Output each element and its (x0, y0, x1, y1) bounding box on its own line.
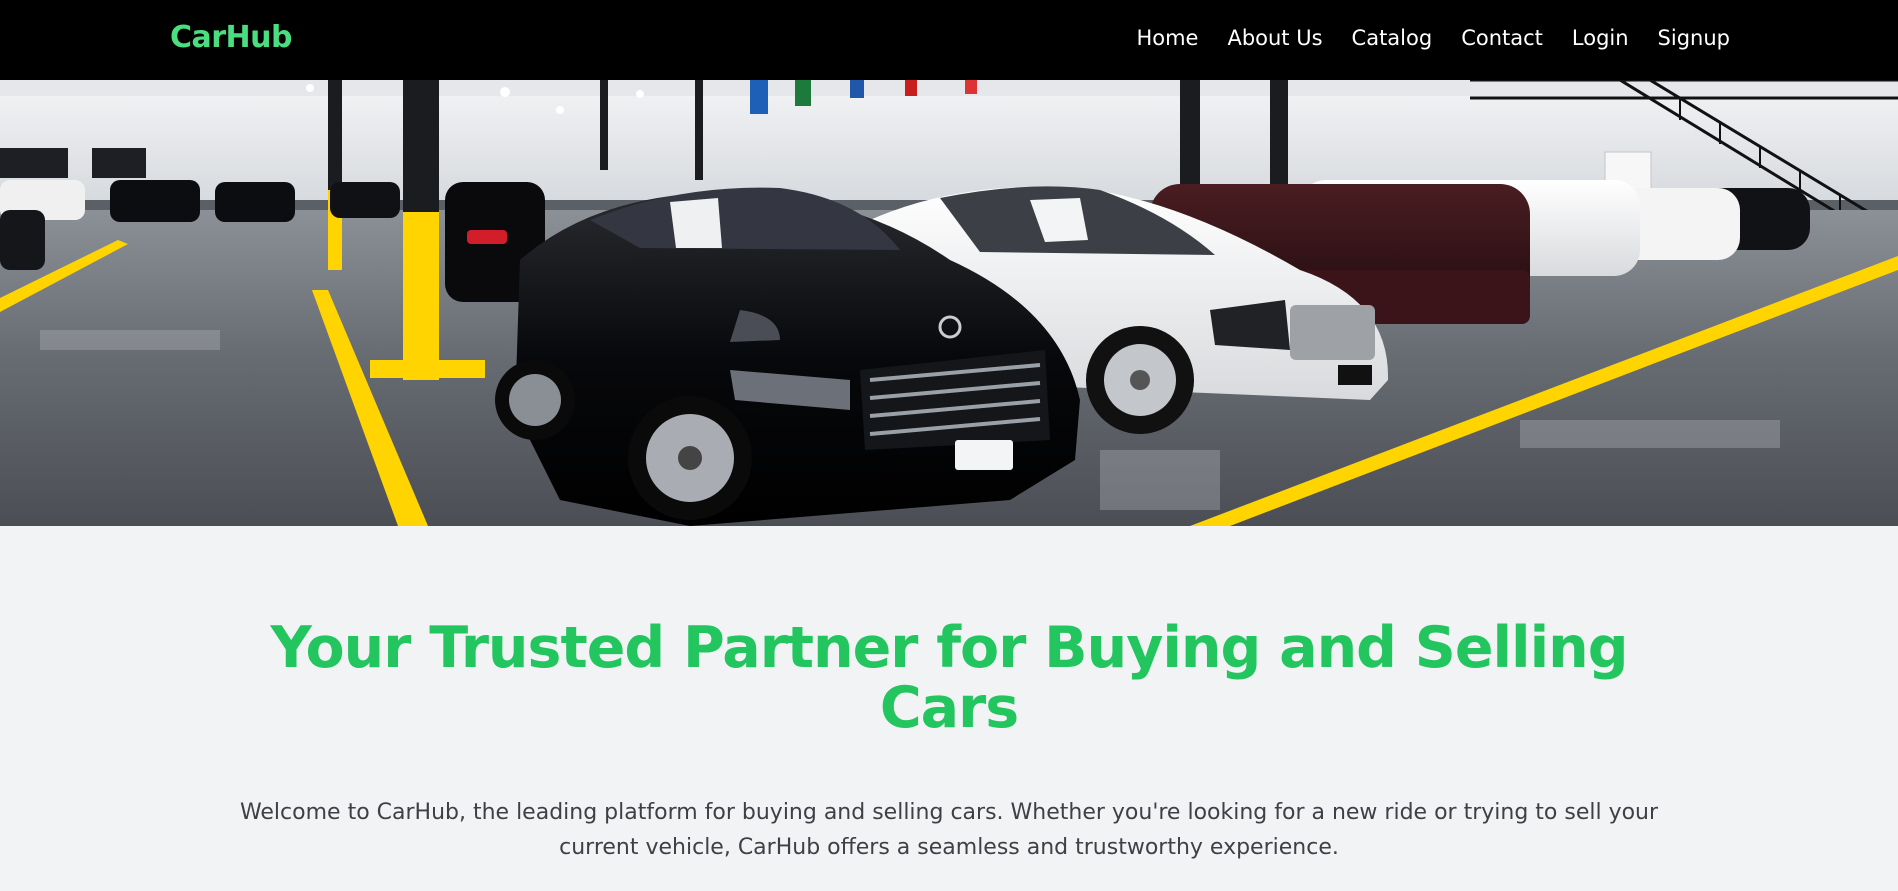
hero-banner (0, 80, 1898, 526)
top-navbar: CarHub Home About Us Catalog Contact Log… (0, 0, 1898, 80)
nav-about-us[interactable]: About Us (1227, 26, 1322, 50)
main-navigation: Home About Us Catalog Contact Login Sign… (1136, 26, 1730, 50)
brand-logo[interactable]: CarHub (170, 20, 293, 55)
hero-showroom-image (0, 80, 1898, 526)
nav-contact[interactable]: Contact (1461, 26, 1543, 50)
intro-section: Your Trusted Partner for Buying and Sell… (0, 526, 1898, 891)
nav-signup[interactable]: Signup (1658, 26, 1730, 50)
intro-paragraph: Welcome to CarHub, the leading platform … (239, 800, 1659, 860)
nav-catalog[interactable]: Catalog (1352, 26, 1433, 50)
nav-home[interactable]: Home (1136, 26, 1198, 50)
nav-login[interactable]: Login (1572, 26, 1629, 50)
page-headline: Your Trusted Partner for Buying and Sell… (270, 615, 1628, 741)
